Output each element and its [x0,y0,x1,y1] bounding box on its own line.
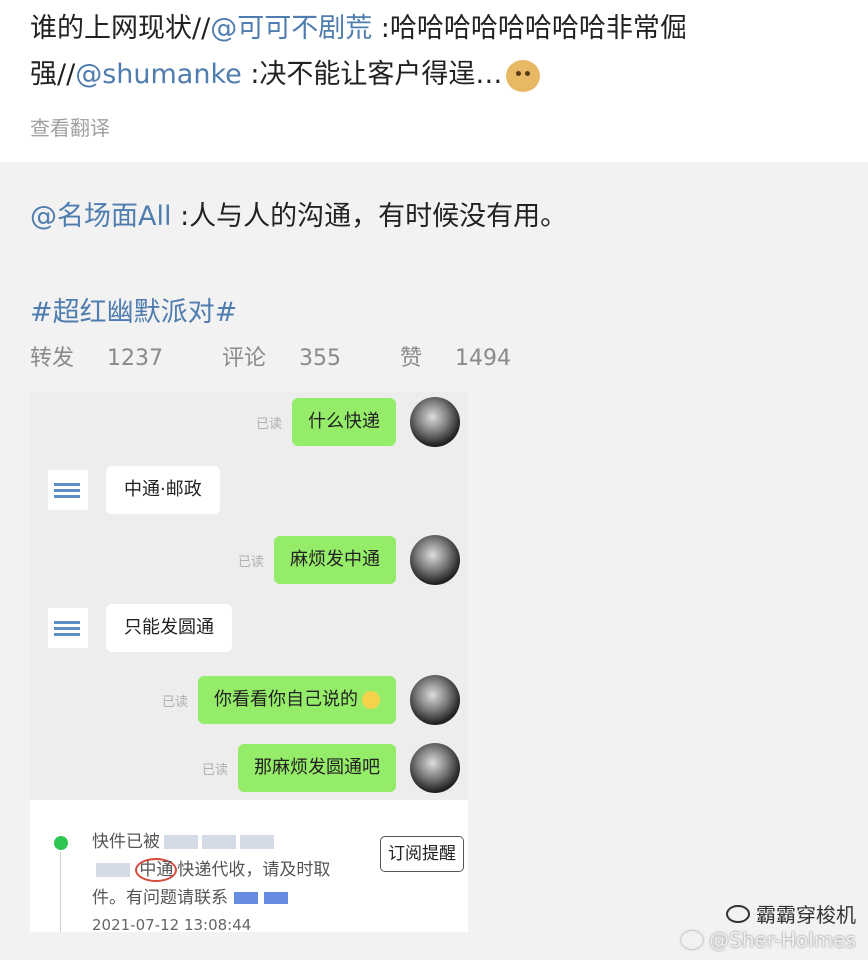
chat-message-right: 已读 麻烦发中通 [238,534,460,586]
doge-emoji-icon [506,59,541,92]
post-text-segment: :决不能让客户得逞… [241,59,503,90]
wechat-icon [726,904,750,923]
like-count: 1494 [455,346,512,371]
mention-link[interactable]: @名场面All [30,201,171,232]
blurred-text [234,892,258,904]
blurred-text [96,863,130,877]
circled-courier-name: 中通 [135,858,178,882]
watermark-handle-row: @Sher-Holmes [681,928,856,952]
chat-message-right: 已读 那麻烦发圆通吧 [202,742,460,794]
like-stat[interactable]: 赞 1494 [400,346,537,371]
watermark-name-row: 霸霸穿梭机 [681,899,856,928]
chat-bubble: 什么快递 [292,398,396,446]
user-avatar [410,675,460,725]
like-label: 赞 [400,346,423,371]
translate-link[interactable]: 查看翻译 [30,112,110,141]
original-post: 谁的上网现状//@可可不剧荒 :哈哈哈哈哈哈哈哈非常倔 强//@shumanke… [0,0,868,162]
read-receipt: 已读 [255,416,282,432]
watermark: 霸霸穿梭机 @Sher-Holmes [681,899,856,952]
comment-label: 评论 [222,346,267,371]
chat-bubble: 只能发圆通 [106,604,232,652]
comment-count: 355 [299,346,342,371]
blurred-text [164,835,198,849]
repost-count: 1237 [107,346,164,371]
chat-bubble: 中通·邮政 [106,466,220,514]
read-receipt: 已读 [161,694,188,710]
post-text-segment: :哈哈哈哈哈哈哈哈非常倔 [372,13,687,44]
chat-message-left: 中通·邮政 [48,464,220,516]
timeline-line [60,852,61,932]
watermark-name: 霸霸穿梭机 [756,903,856,927]
smile-emoji-icon [362,691,380,709]
express-status-text: 快件已被 中通 快递代收，请及时取 件。有问题请联系 [92,828,382,912]
post-stats: 转发 1237 评论 355 赞 1494 [30,340,563,372]
post-text-segment: 谁的上网现状// [30,13,211,44]
user-avatar [410,535,460,585]
blurred-text [202,835,236,849]
comment-stat[interactable]: 评论 355 [222,346,367,371]
hashtag-link[interactable]: #超红幽默派对# [30,290,237,329]
repost-body: :人与人的沟通，有时候没有用。 [171,201,568,232]
mention-link[interactable]: @shumanke [75,59,242,90]
read-receipt: 已读 [201,762,228,778]
weibo-icon [681,931,704,949]
shop-avatar [48,608,88,648]
chat-bubble: 你看看你自己说的 [198,676,396,724]
express-timestamp: 2021-07-12 13:08:44 [92,916,252,932]
chat-screenshot-image[interactable]: 已读 什么快递 中通·邮政 已读 麻烦发中通 只能发圆通 已读 你看看你自己说的… [30,392,468,932]
watermark-handle: @Sher-Holmes [709,928,856,952]
chat-bubble-text: 你看看你自己说的 [214,689,358,710]
blurred-text [264,892,288,904]
user-avatar [410,743,460,793]
chat-message-right: 已读 什么快递 [256,396,460,448]
express-tracking-card: 快件已被 中通 快递代收，请及时取 件。有问题请联系 2021-07-12 13:… [30,800,468,932]
status-dot-icon [54,836,68,850]
shop-avatar [48,470,88,510]
express-line: 快件已被 [92,832,160,852]
chat-message-right: 已读 你看看你自己说的 [162,674,460,726]
post-text: 谁的上网现状//@可可不剧荒 :哈哈哈哈哈哈哈哈非常倔 强//@shumanke… [30,6,850,98]
read-receipt: 已读 [237,554,264,570]
repost-text: @名场面All :人与人的沟通，有时候没有用。 [30,194,567,233]
repost-label: 转发 [30,346,75,371]
chat-message-left: 只能发圆通 [48,602,232,654]
mention-link[interactable]: @可可不剧荒 [210,13,372,44]
chat-bubble: 那麻烦发圆通吧 [238,744,396,792]
repost-stat[interactable]: 转发 1237 [30,346,189,371]
subscribe-reminder-button[interactable]: 订阅提醒 [380,836,464,872]
express-line: 件。有问题请联系 [92,888,228,908]
express-line: 快递代收，请及时取 [177,860,331,880]
blurred-text [240,835,274,849]
chat-bubble: 麻烦发中通 [274,536,396,584]
post-text-segment: 强// [30,59,76,90]
reposted-content: @名场面All :人与人的沟通，有时候没有用。 #超红幽默派对# 转发 1237… [0,168,868,960]
user-avatar [410,397,460,447]
